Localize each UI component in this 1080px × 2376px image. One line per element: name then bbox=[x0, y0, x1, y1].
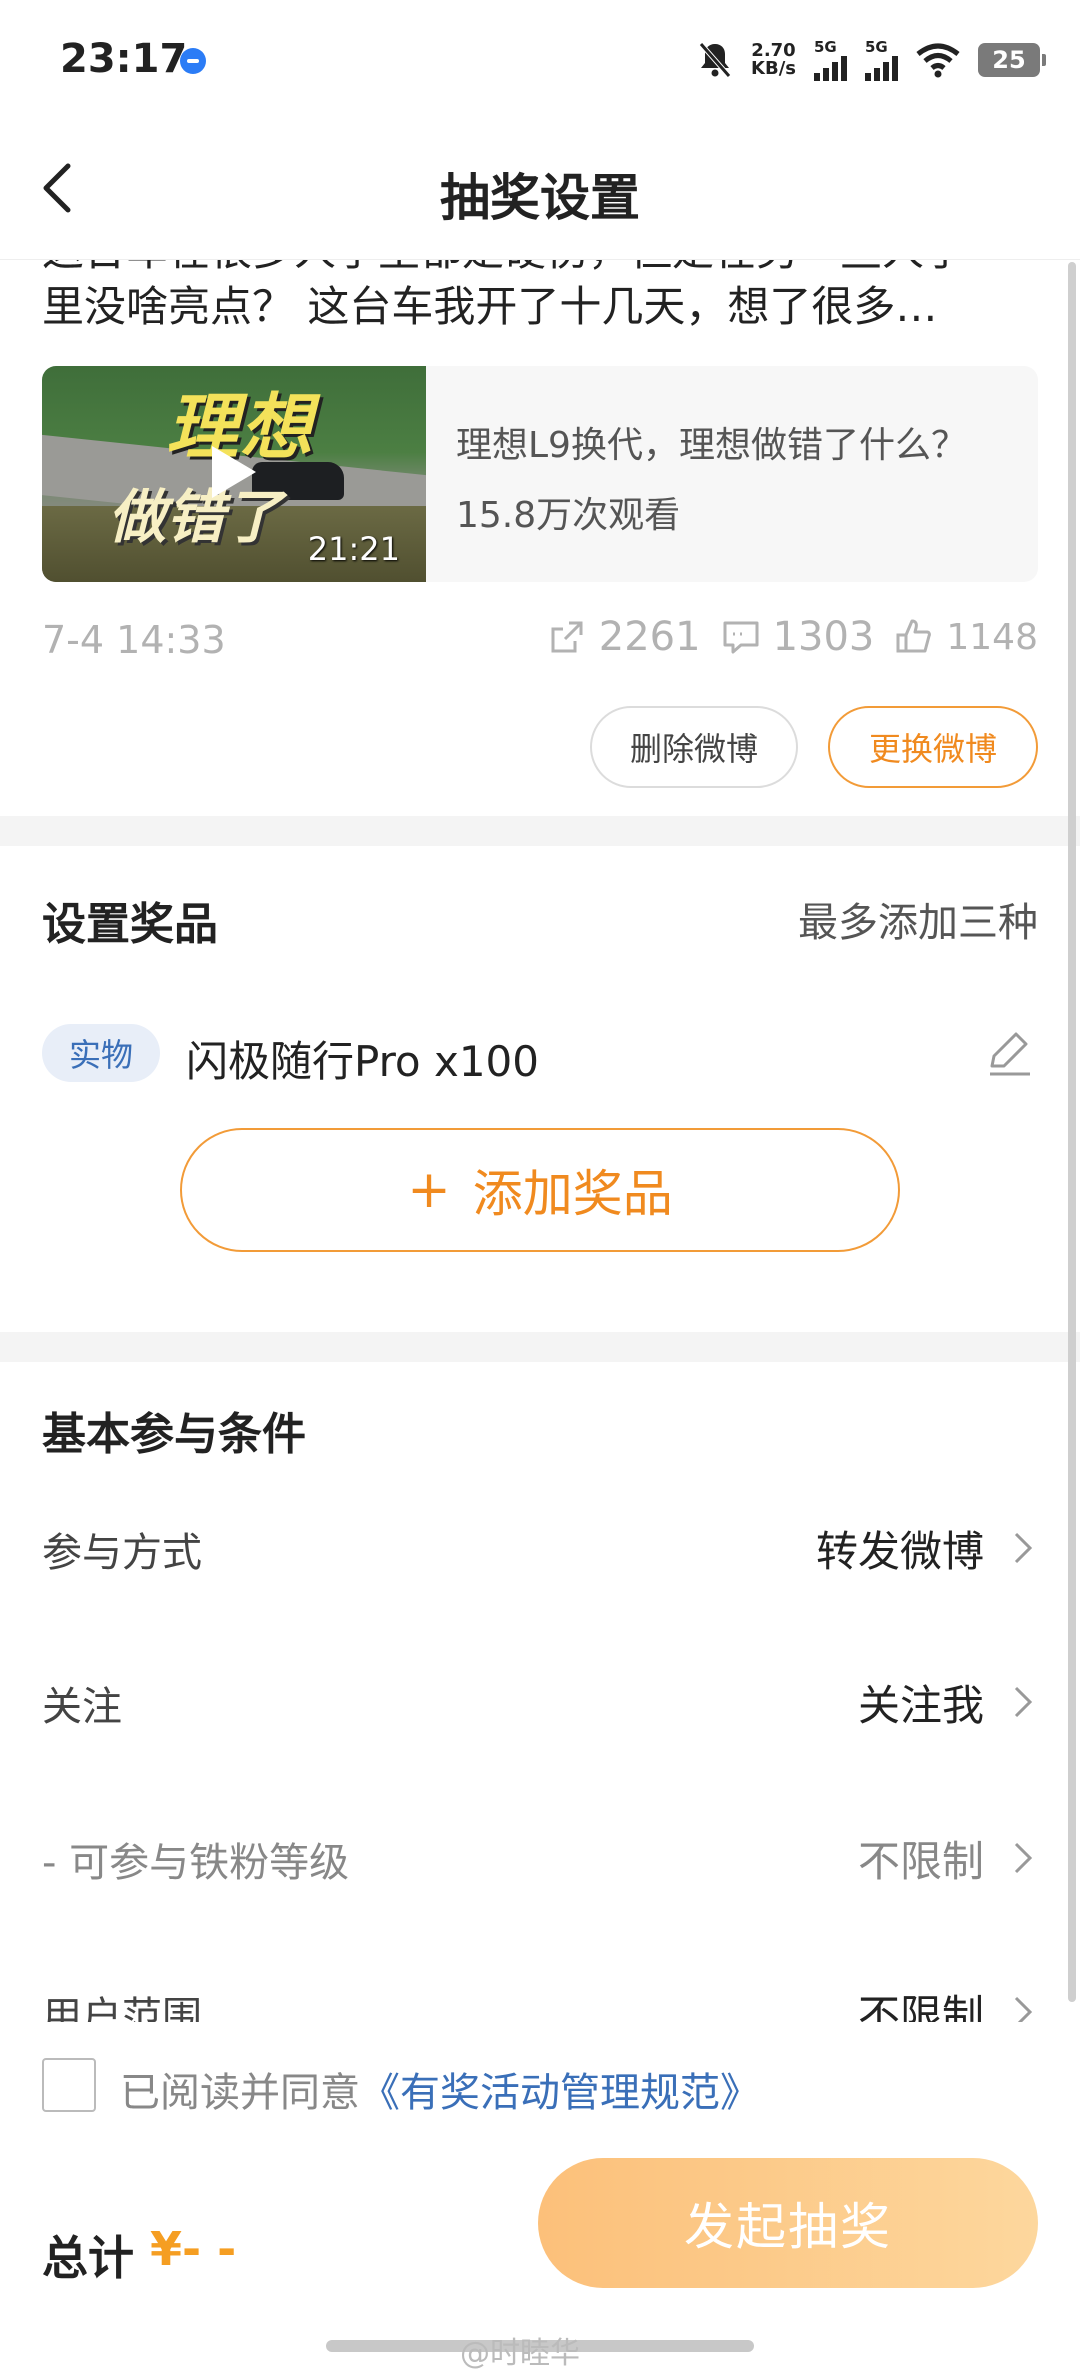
chevron-right-icon bbox=[1014, 1532, 1033, 1564]
agreement-text: 已阅读并同意《有奖活动管理规范》 bbox=[120, 2060, 760, 2118]
launch-lottery-button[interactable]: 发起抽奖 bbox=[538, 2158, 1038, 2288]
sim2-label: 5G bbox=[865, 37, 888, 56]
plus-icon: + bbox=[407, 1160, 451, 1220]
condition-row-fan-level[interactable]: - 可参与铁粉等级 不限制 bbox=[42, 1820, 1038, 1900]
condition-value: 不限制 bbox=[857, 1991, 984, 2022]
signal-sim2: 5G bbox=[865, 37, 898, 81]
total-value: ¥- - bbox=[150, 2222, 237, 2276]
condition-label: 用户范围 bbox=[42, 1994, 202, 2022]
play-icon[interactable] bbox=[212, 446, 256, 498]
prize-section-title: 设置奖品 bbox=[42, 899, 218, 950]
prize-section-hint: 最多添加三种 bbox=[798, 900, 1038, 946]
add-prize-label: 添加奖品 bbox=[472, 1165, 673, 1223]
condition-row-follow[interactable]: 关注 关注我 bbox=[42, 1664, 1038, 1744]
condition-value: 不限制 bbox=[857, 1837, 984, 1886]
change-weibo-button[interactable]: 更换微博 bbox=[828, 706, 1038, 788]
comment-stat: 1303 bbox=[721, 614, 875, 660]
scroll-content[interactable]: 这台车在很多人手里都是硬伤，但是在另一些人手 里没啥亮点？ 这台车我开了十几天，… bbox=[0, 260, 1080, 2022]
post-meta: 7-4 14:33 2261 1303 1148 bbox=[42, 610, 1038, 670]
post-date: 7-4 14:33 bbox=[42, 618, 226, 662]
agreement-prefix: 已阅读并同意 bbox=[120, 2070, 360, 2116]
agree-checkbox[interactable] bbox=[42, 2058, 96, 2112]
edit-pencil-icon[interactable] bbox=[982, 1024, 1038, 1080]
agreement-bar: 已阅读并同意《有奖活动管理规范》 bbox=[0, 2022, 1080, 2152]
condition-label: 参与方式 bbox=[42, 1530, 202, 1576]
section-divider bbox=[0, 816, 1080, 846]
conditions-section-title: 基本参与条件 bbox=[42, 1409, 306, 1460]
condition-row-user-scope[interactable]: 用户范围 不限制 bbox=[42, 1974, 1038, 2022]
page-title: 抽奖设置 bbox=[440, 169, 640, 227]
net-speed: 2.70 KB/s bbox=[751, 42, 796, 78]
signal-bars-icon bbox=[814, 55, 847, 81]
post-text: 里没啥亮点？ 这台车我开了十几天，想了很多… bbox=[42, 282, 938, 331]
notification-dot-icon bbox=[180, 48, 206, 74]
net-speed-unit: KB/s bbox=[751, 58, 796, 79]
status-bar: 23:17 2.70 KB/s 5G 5G 25 bbox=[0, 0, 1080, 120]
status-icons: 2.70 KB/s 5G 5G 25 bbox=[697, 36, 1046, 84]
sim1-label: 5G bbox=[814, 37, 837, 56]
prize-item: 实物 闪极随行Pro x100 bbox=[42, 1020, 1038, 1090]
repost-stat: 2261 bbox=[547, 614, 701, 660]
battery-icon: 25 bbox=[978, 43, 1046, 77]
post-actions: 删除微博 更换微博 bbox=[590, 706, 1038, 788]
condition-row-participation[interactable]: 参与方式 转发微博 bbox=[42, 1510, 1038, 1590]
chevron-right-icon bbox=[1014, 1996, 1033, 2022]
battery-level: 25 bbox=[992, 46, 1026, 74]
add-prize-button[interactable]: + 添加奖品 bbox=[180, 1128, 900, 1252]
condition-label: - 可参与铁粉等级 bbox=[42, 1840, 350, 1886]
video-views: 15.8万次观看 bbox=[456, 495, 681, 536]
delete-weibo-button[interactable]: 删除微博 bbox=[590, 706, 798, 788]
status-time: 23:17 bbox=[60, 36, 188, 82]
condition-label: 关注 bbox=[42, 1684, 122, 1730]
chevron-right-icon bbox=[1014, 1842, 1033, 1874]
bell-mute-icon bbox=[699, 42, 731, 78]
video-duration: 21:21 bbox=[307, 530, 400, 568]
agreement-link[interactable]: 《有奖活动管理规范》 bbox=[360, 2070, 760, 2116]
like-count: 1148 bbox=[946, 616, 1038, 658]
video-thumbnail[interactable]: 理想 做错了 21:21 bbox=[42, 366, 426, 582]
chevron-right-icon bbox=[1014, 1686, 1033, 1718]
condition-value: 关注我 bbox=[857, 1681, 984, 1730]
repost-icon bbox=[551, 621, 583, 653]
comment-count: 1303 bbox=[772, 614, 875, 660]
footer: 总计 ¥- - 发起抽奖 @时睦华 bbox=[0, 2152, 1080, 2376]
section-divider bbox=[0, 1332, 1080, 1362]
condition-value: 转发微博 bbox=[815, 1527, 984, 1576]
signal-bars-icon bbox=[865, 55, 898, 81]
video-card[interactable]: 理想 做错了 21:21 理想L9换代，理想做错了什么？ 15.8万次观看 bbox=[42, 366, 1038, 582]
scrollbar[interactable] bbox=[1068, 262, 1076, 2002]
repost-count: 2261 bbox=[598, 614, 701, 660]
prize-name: 闪极随行Pro x100 bbox=[186, 1037, 540, 1086]
thumbs-up-icon bbox=[896, 619, 932, 653]
signal-sim1: 5G bbox=[814, 37, 847, 81]
video-title: 理想L9换代，理想做错了什么？ bbox=[456, 425, 967, 466]
like-stat: 1148 bbox=[894, 617, 1038, 658]
post-stats: 2261 1303 1148 bbox=[547, 614, 1038, 660]
watermark: @时睦华 bbox=[460, 2336, 580, 2371]
comment-icon bbox=[723, 621, 759, 654]
nav-bar: 抽奖设置 bbox=[0, 120, 1080, 260]
total-label: 总计 bbox=[42, 2231, 134, 2285]
prize-type-badge: 实物 bbox=[42, 1024, 160, 1082]
wifi-icon bbox=[916, 43, 960, 78]
